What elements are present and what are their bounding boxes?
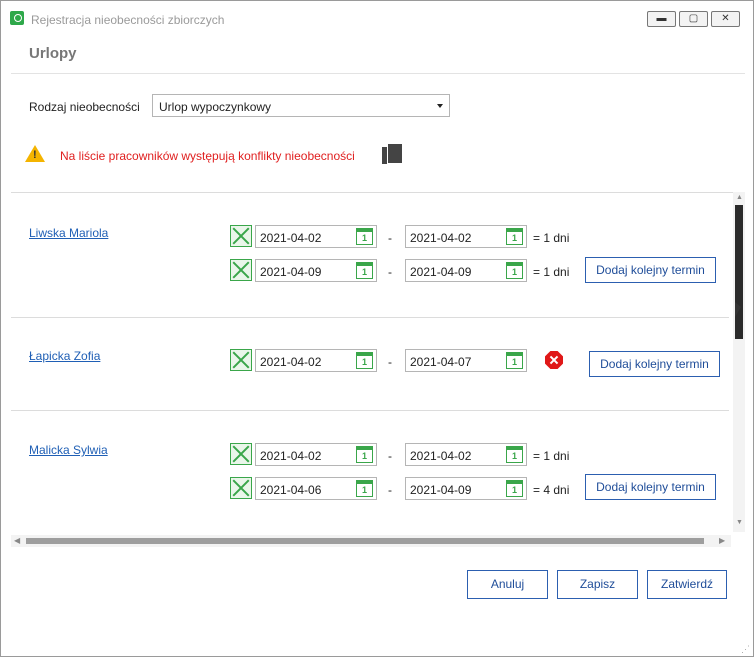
date-to-input[interactable]: 2021-04-09 1 <box>405 477 527 500</box>
add-term-button[interactable]: Dodaj kolejny termin <box>589 351 720 377</box>
calendar-icon[interactable]: 1 <box>356 352 373 369</box>
maximize-button[interactable]: ▢ <box>679 11 708 27</box>
chevron-down-icon <box>437 104 443 108</box>
employee-list: Liwska Mariola 2021-04-02 1 - 2021-04-02… <box>11 192 742 536</box>
calendar-icon[interactable]: 1 <box>506 480 523 497</box>
employee-link-lapicka[interactable]: Łapicka Zofia <box>29 349 100 363</box>
scroll-down-icon[interactable]: ▼ <box>736 519 743 526</box>
header-divider <box>11 73 745 74</box>
scroll-up-icon[interactable]: ▲ <box>736 194 743 201</box>
delete-period-icon[interactable] <box>230 259 252 281</box>
absence-type-select[interactable]: Urlop wypoczynkowy <box>152 94 450 117</box>
save-button[interactable]: Zapisz <box>557 570 638 599</box>
date-to-input[interactable]: 2021-04-02 1 <box>405 225 527 248</box>
app-icon <box>10 11 24 25</box>
resize-grip-icon[interactable]: ⋰ <box>741 644 751 654</box>
absence-type-label: Rodzaj nieobecności <box>29 100 140 114</box>
delete-period-icon[interactable] <box>230 443 252 465</box>
days-count: = 1 dni <box>533 265 570 279</box>
title-bar: Rejestracja nieobecności zbiorczych ▬ ▢ … <box>1 1 753 33</box>
calendar-icon[interactable]: 1 <box>506 352 523 369</box>
cancel-button[interactable]: Anuluj <box>467 570 548 599</box>
row-divider <box>11 317 729 318</box>
mouse-cursor-icon <box>735 302 741 317</box>
date-from-input[interactable]: 2021-04-02 1 <box>255 443 377 466</box>
days-count: = 4 dni <box>533 483 570 497</box>
vertical-scroll-thumb[interactable] <box>735 205 743 339</box>
date-from-input[interactable]: 2021-04-02 1 <box>255 349 377 372</box>
calendar-icon[interactable]: 1 <box>356 480 373 497</box>
minimize-button[interactable]: ▬ <box>647 11 676 27</box>
days-count: = 1 dni <box>533 231 570 245</box>
delete-period-icon[interactable] <box>230 349 252 371</box>
scroll-left-icon[interactable]: ◀ <box>14 536 20 545</box>
days-count: = 1 dni <box>533 449 570 463</box>
confirm-button[interactable]: Zatwierdź <box>647 570 727 599</box>
conflict-error-icon <box>545 351 563 369</box>
scroll-right-icon[interactable]: ▶ <box>719 536 725 545</box>
date-from-input[interactable]: 2021-04-06 1 <box>255 477 377 500</box>
window-title: Rejestracja nieobecności zbiorczych <box>31 13 225 27</box>
dialog-window: Rejestracja nieobecności zbiorczych ▬ ▢ … <box>0 0 754 657</box>
calendar-icon[interactable]: 1 <box>356 228 373 245</box>
add-term-button[interactable]: Dodaj kolejny termin <box>585 474 716 500</box>
range-dash: - <box>388 231 392 245</box>
calendar-icon[interactable]: 1 <box>506 262 523 279</box>
absence-type-value: Urlop wypoczynkowy <box>159 100 272 114</box>
calendar-icon[interactable]: 1 <box>356 446 373 463</box>
range-dash: - <box>388 355 392 369</box>
calendar-icon[interactable]: 1 <box>506 446 523 463</box>
warning-text: Na liście pracowników występują konflikt… <box>60 149 355 163</box>
date-from-input[interactable]: 2021-04-02 1 <box>255 225 377 248</box>
section-title: Urlopy <box>29 45 77 62</box>
calendar-icon[interactable]: 1 <box>356 262 373 279</box>
date-to-input[interactable]: 2021-04-07 1 <box>405 349 527 372</box>
range-dash: - <box>388 483 392 497</box>
employee-link-malicka[interactable]: Malicka Sylwia <box>29 443 108 457</box>
range-dash: - <box>388 449 392 463</box>
employee-link-liwska[interactable]: Liwska Mariola <box>29 226 108 240</box>
close-button[interactable]: ✕ <box>711 11 740 27</box>
horizontal-scroll-thumb[interactable] <box>26 538 704 544</box>
copy-icon[interactable] <box>382 143 404 167</box>
row-divider <box>11 410 729 411</box>
date-from-input[interactable]: 2021-04-09 1 <box>255 259 377 282</box>
add-term-button[interactable]: Dodaj kolejny termin <box>585 257 716 283</box>
date-to-input[interactable]: 2021-04-09 1 <box>405 259 527 282</box>
delete-period-icon[interactable] <box>230 225 252 247</box>
calendar-icon[interactable]: 1 <box>506 228 523 245</box>
range-dash: - <box>388 265 392 279</box>
delete-period-icon[interactable] <box>230 477 252 499</box>
warning-icon: ! <box>25 145 45 162</box>
date-to-input[interactable]: 2021-04-02 1 <box>405 443 527 466</box>
